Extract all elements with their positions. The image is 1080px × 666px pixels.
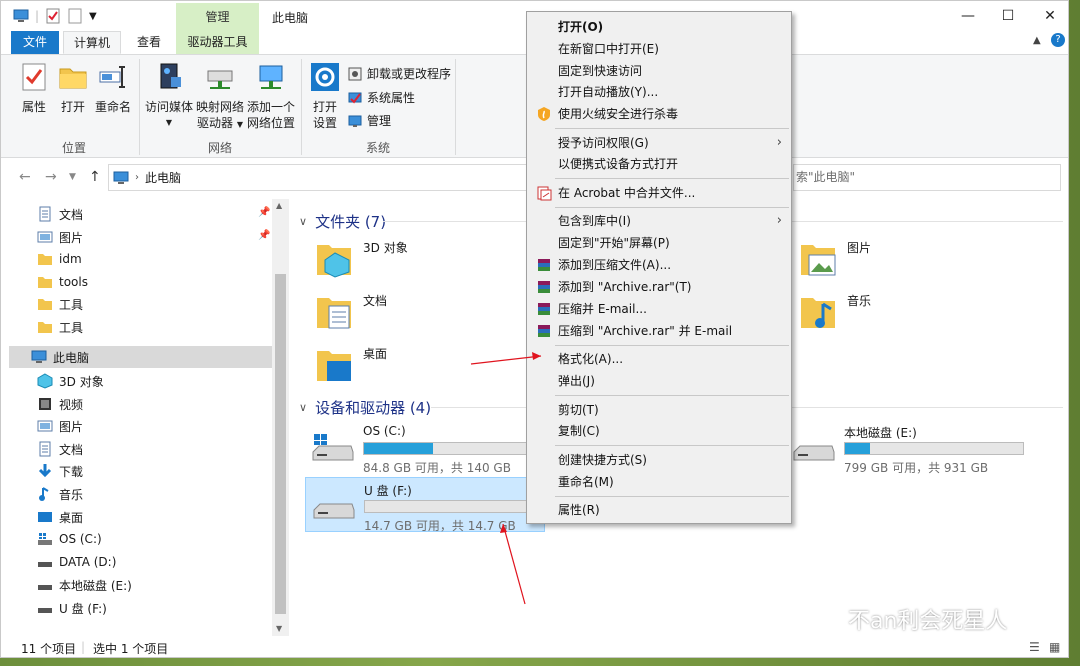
arrow-to-format [470, 355, 542, 365]
annotation-arrows [470, 352, 542, 605]
watermark-text: 不an利会死星人 [848, 609, 1008, 634]
wechat-icon [809, 607, 841, 630]
arrow-head [532, 352, 541, 360]
arrow-head [500, 524, 507, 533]
arrow-to-usb-drive [502, 523, 526, 605]
watermark: 不an利会死星人 [808, 603, 1007, 635]
